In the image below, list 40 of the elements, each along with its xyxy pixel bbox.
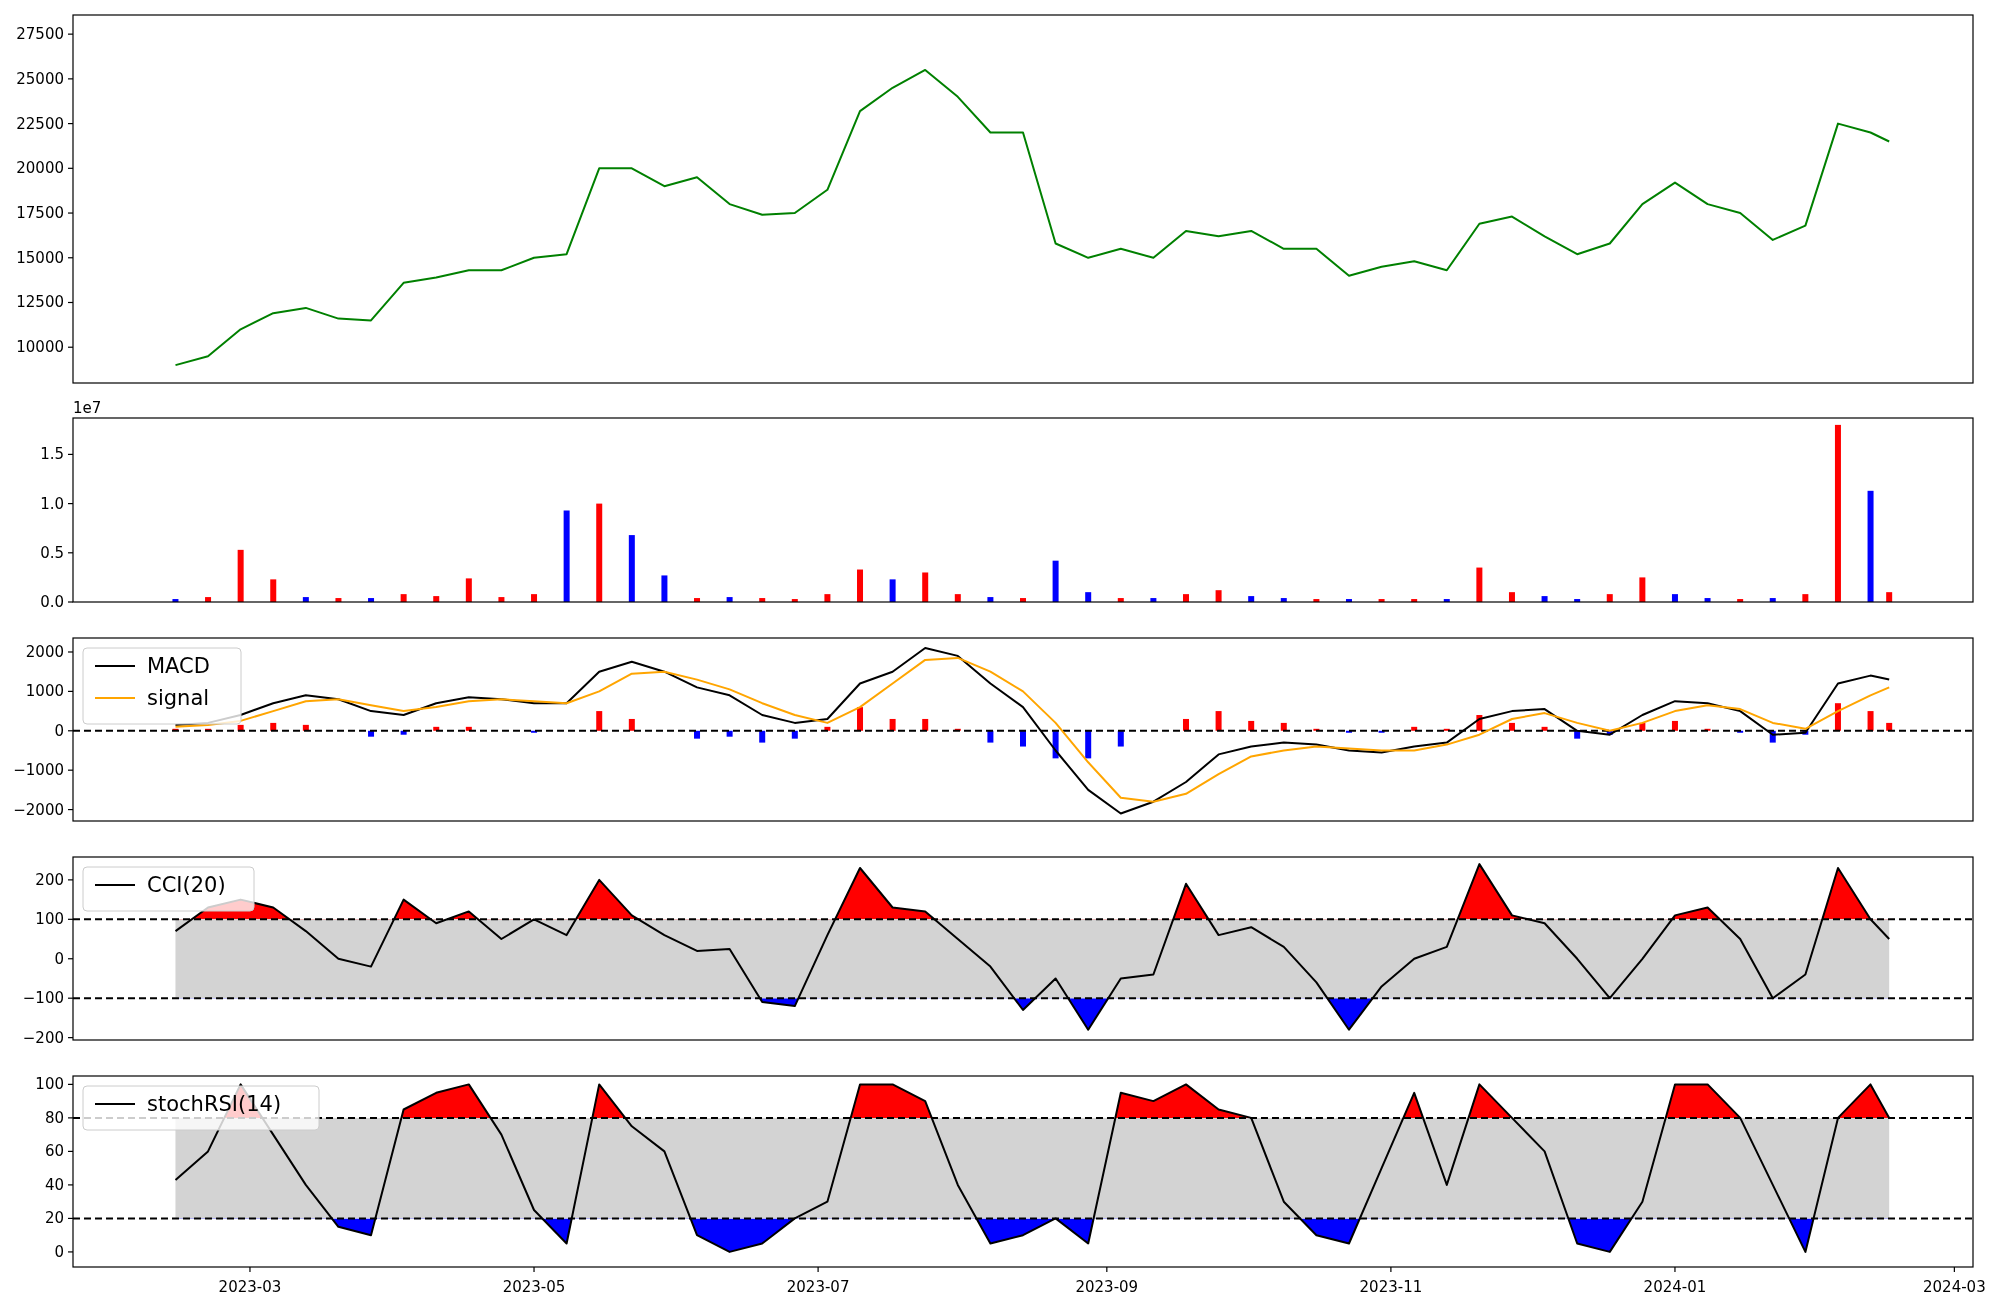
x-tick-label: 2023-03 — [218, 1278, 282, 1296]
y-tick-label: 1.5 — [40, 445, 64, 464]
y-tick-label: 15000 — [16, 248, 64, 267]
y-tick-label: 0 — [54, 1242, 64, 1261]
y-tick-label: 12500 — [16, 293, 64, 312]
y-tick-label: 60 — [44, 1142, 64, 1161]
y-tick-label: −1000 — [13, 761, 64, 780]
y-tick-label: −200 — [22, 1028, 64, 1047]
y-tick-label: 100 — [35, 1075, 64, 1094]
y-tick-label: 0 — [54, 721, 64, 740]
y-tick-label: −100 — [22, 989, 64, 1008]
y-tick-label: 2000 — [25, 643, 64, 661]
y-tick-label: 17500 — [16, 204, 64, 223]
legend-label: signal — [147, 686, 210, 710]
legend-label: CCI(20) — [147, 873, 226, 897]
y-tick-label: 27500 — [16, 25, 64, 44]
x-tick-label: 2024-03 — [1923, 1278, 1986, 1296]
x-tick-label: 2023-09 — [1075, 1278, 1139, 1296]
y-tick-label: 200 — [35, 870, 64, 889]
x-tick-label: 2023-11 — [1359, 1278, 1423, 1296]
y-tick-label: 100 — [35, 910, 64, 929]
y-tick-label: 0.5 — [40, 543, 64, 562]
y-tick-label: 20 — [44, 1209, 64, 1228]
x-tick-label: 2023-07 — [786, 1278, 850, 1296]
y-tick-label: 22500 — [16, 114, 64, 133]
y-tick-label: −2000 — [13, 800, 64, 819]
y-tick-label: 0.0 — [40, 593, 64, 611]
y-tick-label: 20000 — [16, 159, 64, 178]
y-tick-label: 10000 — [16, 338, 64, 357]
y-tick-label: 25000 — [16, 69, 64, 88]
y-tick-label: 1.0 — [40, 494, 64, 513]
legend-label: MACD — [147, 654, 210, 678]
legend-label: stochRSI(14) — [147, 1092, 282, 1116]
y-tick-label: 1000 — [25, 682, 64, 701]
y-tick-label: 80 — [44, 1108, 64, 1127]
x-tick-label: 2023-05 — [502, 1278, 566, 1296]
axis-offset-label: 1e7 — [73, 400, 102, 417]
y-tick-label: 0 — [54, 949, 64, 968]
x-tick-label: 2024-01 — [1643, 1278, 1707, 1296]
y-tick-label: 40 — [44, 1175, 64, 1194]
